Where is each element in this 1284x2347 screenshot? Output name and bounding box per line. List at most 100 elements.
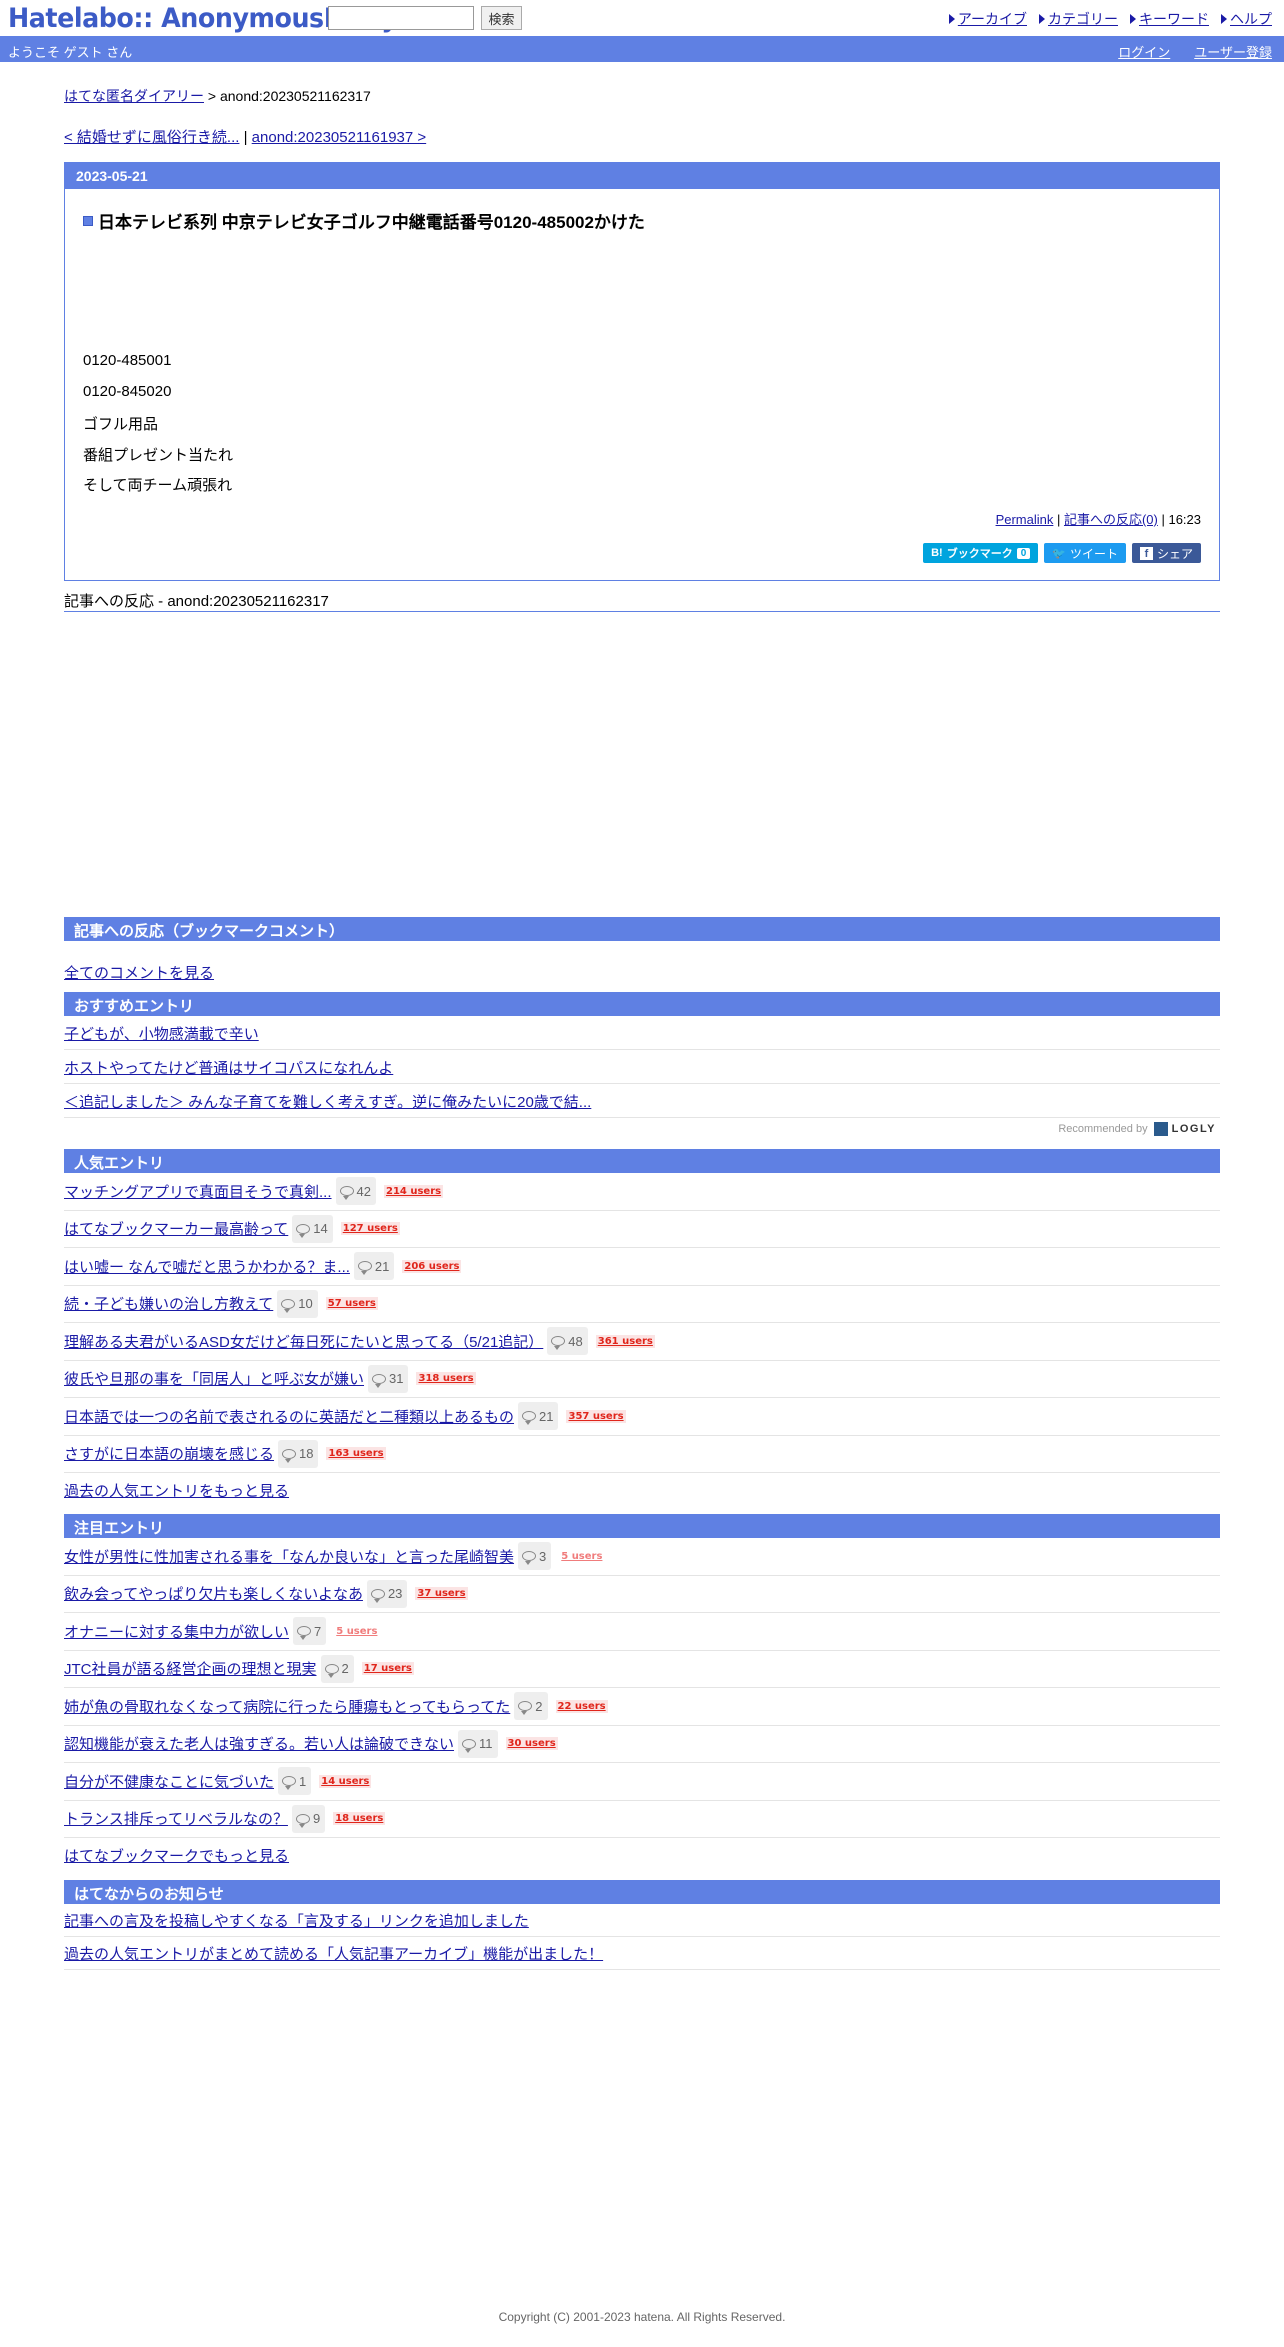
entry-anchor-icon[interactable] [83, 215, 93, 226]
bookmark-users-badge[interactable]: 57 users [325, 1297, 378, 1311]
list-item: 女性が男性に性加害される事を「なんか良いな」と言った尾崎智美 3 5 users [64, 1538, 1220, 1576]
entry-link[interactable]: さすがに日本語の崩壊を感じる [64, 1443, 274, 1464]
list-item: 記事への言及を投稿しやすくなる「言及する」リンクを追加しました [64, 1904, 1220, 1937]
recommended-link[interactable]: ホストやってたけど普通はサイコパスになれんよ [64, 1057, 393, 1078]
bookmark-users-badge[interactable]: 18 users [333, 1812, 386, 1826]
list-item: 飲み会ってやっぱり欠片も楽しくないよなあ 23 37 users [64, 1576, 1220, 1613]
recommended-link[interactable]: 子どもが、小物感満載で辛い [64, 1023, 259, 1044]
breadcrumb-current: anond:20230521162317 [219, 88, 371, 104]
all-comments-link[interactable]: 全てのコメントを見る [64, 962, 214, 983]
entry-title: 日本テレビ系列 中京テレビ女子ゴルフ中継電話番号0120-485002かけた [83, 208, 645, 233]
entry-link[interactable]: はてなブックマーカー最高齢って [64, 1218, 288, 1239]
comment-count[interactable]: 48 [547, 1327, 588, 1356]
comment-count[interactable]: 31 [368, 1364, 409, 1393]
bookmark-users-badge[interactable]: 5 users [334, 1624, 380, 1638]
next-entry-link[interactable]: anond:20230521161937 > [252, 129, 427, 146]
comment-count[interactable]: 3 [518, 1542, 552, 1571]
entry-link[interactable]: マッチングアプリで真面目そうで真剣... [64, 1181, 332, 1202]
bookmark-users-badge[interactable]: 357 users [566, 1409, 626, 1423]
comment-bubble-icon [357, 1261, 372, 1276]
entry-link[interactable]: 姉が魚の骨取れなくなって病院に行ったら腫瘍もとってもらってた [64, 1696, 510, 1717]
notice-link[interactable]: 過去の人気エントリがまとめて読める「人気記事アーカイブ」機能が出ました！ [64, 1943, 603, 1964]
list-item: 姉が魚の骨取れなくなって病院に行ったら腫瘍もとってもらってた 2 22 users [64, 1688, 1220, 1726]
tweet-button[interactable]: 🐦 ツイート [1044, 543, 1126, 563]
notice-link[interactable]: 記事への言及を投稿しやすくなる「言及する」リンクを追加しました [64, 1910, 529, 1931]
copyright: Copyright (C) 2001-2023 hatena. All Righ… [498, 2310, 786, 2324]
comment-count[interactable]: 2 [514, 1692, 548, 1721]
entry-link[interactable]: 彼氏や旦那の事を「同居人」と呼ぶ女が嫌い [64, 1368, 364, 1389]
comment-count[interactable]: 1 [278, 1767, 312, 1796]
login-link[interactable]: ログイン [1118, 42, 1170, 61]
permalink[interactable]: Permalink [996, 512, 1054, 527]
comment-bubble-icon [296, 1223, 311, 1238]
entry-link[interactable]: 続・子ども嫌いの治し方教えて [64, 1293, 273, 1314]
bookmark-users-badge[interactable]: 127 users [340, 1222, 400, 1236]
bookmark-users-badge[interactable]: 361 users [595, 1334, 655, 1348]
comment-count[interactable]: 14 [292, 1214, 333, 1243]
twitter-bird-icon: 🐦 [1052, 547, 1066, 560]
recommended-header: おすすめエントリ [64, 992, 1220, 1016]
arrow-right-icon [1130, 14, 1136, 24]
facebook-icon: f [1139, 546, 1153, 560]
bookmark-users-badge[interactable]: 214 users [383, 1184, 444, 1198]
bookmark-users-badge[interactable]: 163 users [326, 1447, 386, 1461]
nav-category[interactable]: カテゴリー [1039, 9, 1118, 29]
comment-bubble-icon [282, 1776, 297, 1791]
entry-link[interactable]: 自分が不健康なことに気づいた [64, 1771, 274, 1792]
list-item: ＜追記しました＞ みんな子育てを難しく考えすぎ。逆に俺みたいに20歳で結... [64, 1084, 1220, 1118]
entry-link[interactable]: はい嘘ー なんで嘘だと思うかわかる？ま... [64, 1256, 350, 1277]
comment-bubble-icon [324, 1663, 339, 1678]
logly-logo[interactable]: LOGLY [1153, 1122, 1216, 1136]
entry-body: 0120-485001 0120-845020 ゴフル用品 番組プレゼント当たれ… [83, 352, 233, 505]
comment-count[interactable]: 7 [293, 1617, 327, 1646]
popular-header: 人気エントリ [64, 1149, 1220, 1173]
bookmark-users-badge[interactable]: 17 users [361, 1662, 414, 1676]
prev-entry-link[interactable]: < 結婚せずに風俗行き続... [64, 129, 239, 146]
bookmark-users-badge[interactable]: 206 users [402, 1259, 462, 1273]
nav-help[interactable]: ヘルプ [1221, 9, 1272, 29]
comment-count[interactable]: 42 [335, 1177, 376, 1206]
reactions-link[interactable]: 記事への反応(0) [1064, 512, 1158, 527]
hatena-bookmark-button[interactable]: B! ブックマーク 0 [923, 543, 1039, 563]
comment-count[interactable]: 21 [518, 1402, 559, 1431]
nav-archive[interactable]: アーカイブ [948, 9, 1027, 29]
bookmark-users-badge[interactable]: 30 users [505, 1737, 558, 1751]
entry-link[interactable]: トランス排斥ってリベラルなの？ [64, 1808, 288, 1829]
nav-keyword[interactable]: キーワード [1130, 9, 1209, 29]
comment-count[interactable]: 23 [366, 1579, 408, 1608]
search-button[interactable]: 検索 [481, 6, 522, 30]
facebook-share-button[interactable]: f シェア [1131, 543, 1201, 563]
user-links: ログイン ユーザー登録 [1118, 42, 1272, 61]
comment-count[interactable]: 10 [277, 1289, 318, 1318]
hot-header: 注目エントリ [64, 1514, 1220, 1538]
bookmark-count: 0 [1016, 547, 1031, 559]
popular-more-link[interactable]: 過去の人気エントリをもっと見る [64, 1480, 289, 1501]
search-input[interactable] [328, 6, 474, 30]
entry-link[interactable]: 女性が男性に性加害される事を「なんか良いな」と言った尾崎智美 [64, 1546, 514, 1567]
comment-bubble-icon [551, 1336, 566, 1351]
comment-count[interactable]: 21 [353, 1252, 395, 1281]
entry-link[interactable]: JTC社員が語る経営企画の理想と現実 [64, 1658, 317, 1679]
bookmark-users-badge[interactable]: 37 users [415, 1587, 468, 1601]
entry-link[interactable]: オナニーに対する集中力が欲しい [64, 1621, 289, 1642]
bookmark-users-badge[interactable]: 14 users [319, 1774, 372, 1788]
recommended-link[interactable]: ＜追記しました＞ みんな子育てを難しく考えすぎ。逆に俺みたいに20歳で結... [64, 1091, 591, 1112]
bookmark-users-badge[interactable]: 22 users [555, 1699, 608, 1713]
comment-bubble-icon [282, 1448, 297, 1463]
entry-link[interactable]: 日本語では一つの名前で表されるのに英語だと二種類以上あるもの [64, 1406, 514, 1427]
body-line: 0120-845020 [83, 382, 172, 400]
register-link[interactable]: ユーザー登録 [1194, 42, 1272, 61]
comment-count[interactable]: 18 [278, 1439, 319, 1468]
entry-link[interactable]: 認知機能が衰えた老人は強すぎる。若い人は論破できない [64, 1733, 454, 1754]
list-item: 日本語では一つの名前で表されるのに英語だと二種類以上あるもの 21 357 user… [64, 1398, 1220, 1436]
comment-count[interactable]: 11 [458, 1729, 498, 1758]
bookmark-users-badge[interactable]: 318 users [416, 1372, 476, 1386]
list-item: はてなブックマーカー最高齢って 14 127 users [64, 1211, 1220, 1248]
bookmark-users-badge[interactable]: 5 users [559, 1549, 605, 1563]
hot-more-link[interactable]: はてなブックマークでもっと見る [64, 1845, 289, 1866]
entry-link[interactable]: 理解ある夫君がいるASD女だけど毎日死にたいと思ってる（5/21追記） [64, 1331, 543, 1352]
comment-count[interactable]: 2 [320, 1654, 354, 1683]
breadcrumb-home[interactable]: はてな匿名ダイアリー [64, 88, 204, 104]
entry-link[interactable]: 飲み会ってやっぱり欠片も楽しくないよなあ [64, 1583, 363, 1604]
comment-count[interactable]: 9 [291, 1804, 326, 1833]
